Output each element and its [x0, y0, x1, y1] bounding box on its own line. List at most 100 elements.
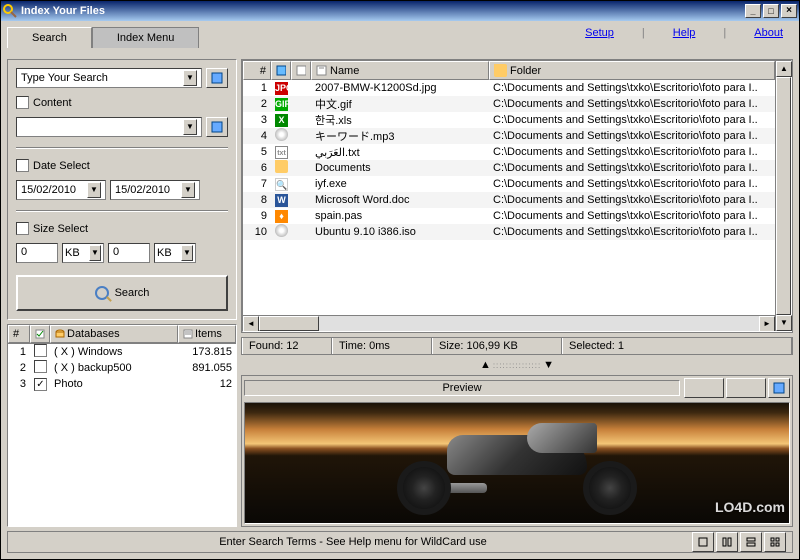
result-row[interactable]: 8WMicrosoft Word.docC:\Documents and Set…	[243, 192, 775, 208]
size-to-input[interactable]: 0	[108, 243, 150, 263]
file-type-icon: W	[275, 194, 288, 207]
res-col-name[interactable]: Name	[311, 61, 489, 80]
chevron-down-icon[interactable]: ▼	[181, 245, 193, 261]
content-checkbox[interactable]	[16, 96, 29, 109]
result-row[interactable]: 9♦spain.pasC:\Documents and Settings\txk…	[243, 208, 775, 224]
results-header: # Name	[243, 61, 775, 80]
file-type-icon: 🔍	[275, 178, 288, 191]
splitter[interactable]: ▲ ::::::::::::::: ▼	[241, 359, 793, 371]
size-checkbox[interactable]	[16, 222, 29, 235]
date-checkbox[interactable]	[16, 159, 29, 172]
link-about[interactable]: About	[754, 27, 783, 39]
view-btn-4[interactable]	[764, 532, 786, 552]
res-col-type2[interactable]	[291, 61, 311, 80]
res-col-num[interactable]: #	[243, 61, 271, 80]
status-selected: Selected: 1	[562, 338, 792, 354]
scroll-down-icon[interactable]: ▼	[776, 315, 792, 331]
preview-slider-2[interactable]	[726, 378, 766, 398]
bottom-bar: Enter Search Terms - See Help menu for W…	[7, 531, 793, 553]
result-row[interactable]: 2GIF中文.gifC:\Documents and Settings\txko…	[243, 96, 775, 112]
date-to-input[interactable]: 15/02/2010 ▼	[110, 180, 200, 200]
header-links: Setup | Help | About	[585, 27, 793, 39]
file-type-icon	[275, 160, 288, 173]
file-type-icon: GIF	[275, 98, 288, 111]
preview-mode-button[interactable]	[768, 378, 790, 398]
result-row[interactable]: 10Ubuntu 9.10 i386.isoC:\Documents and S…	[243, 224, 775, 240]
tab-index-menu[interactable]: Index Menu	[92, 27, 199, 48]
db-col-check[interactable]	[30, 325, 50, 343]
result-row[interactable]: 7🔍iyf.exeC:\Documents and Settings\txko\…	[243, 176, 775, 192]
db-row-checkbox[interactable]	[34, 360, 47, 373]
file-type-icon: ♦	[275, 210, 288, 223]
file-type-icon	[275, 224, 288, 237]
result-row[interactable]: 4キーワード.mp3C:\Documents and Settings\txko…	[243, 128, 775, 144]
db-row[interactable]: 3Photo12	[8, 376, 236, 392]
search-panel: Type Your Search ▼ Content	[7, 59, 237, 320]
scroll-left-icon[interactable]: ◄	[243, 316, 259, 331]
db-col-items[interactable]: Items	[178, 325, 236, 343]
scroll-up-icon[interactable]: ▲	[776, 61, 792, 77]
chevron-down-icon[interactable]: ▼	[87, 182, 101, 198]
file-type-icon: JPG	[275, 82, 288, 95]
status-size: Size: 106,99 KB	[432, 338, 562, 354]
content-label: Content	[33, 97, 72, 109]
status-found: Found: 12	[242, 338, 332, 354]
tab-search[interactable]: Search	[7, 27, 92, 48]
result-row[interactable]: 5txtالعَرَبي.txtC:\Documents and Setting…	[243, 144, 775, 160]
folder-icon	[494, 64, 507, 77]
status-bar: Found: 12 Time: 0ms Size: 106,99 KB Sele…	[241, 337, 793, 355]
db-col-databases[interactable]: Databases	[50, 325, 178, 343]
v-scrollbar[interactable]: ▲ ▼	[775, 61, 791, 331]
result-row[interactable]: 6DocumentsC:\Documents and Settings\txko…	[243, 160, 775, 176]
content-input[interactable]: ▼	[16, 117, 202, 137]
db-row-checkbox[interactable]	[34, 378, 47, 391]
size-from-unit[interactable]: KB ▼	[62, 243, 104, 263]
chevron-down-icon[interactable]: ▼	[183, 119, 197, 135]
h-scrollbar[interactable]: ◄ ►	[243, 315, 775, 331]
maximize-button[interactable]: □	[763, 4, 779, 18]
search-button[interactable]: Search	[16, 275, 228, 311]
titlebar: Index Your Files _ □ ×	[1, 1, 799, 21]
link-setup[interactable]: Setup	[585, 27, 614, 39]
motorcycle-image	[387, 415, 647, 515]
preview-image	[244, 402, 790, 524]
db-row-checkbox[interactable]	[34, 344, 47, 357]
window-title: Index Your Files	[21, 5, 743, 17]
search-placeholder: Type Your Search	[21, 72, 108, 84]
res-col-type1[interactable]	[271, 61, 291, 80]
db-header: # Databases Items	[8, 325, 236, 344]
app-window: Index Your Files _ □ × Search Index Menu…	[0, 0, 800, 560]
file-type-icon	[275, 128, 288, 141]
app-icon	[3, 4, 17, 18]
db-row[interactable]: 1( X ) Windows173.815	[8, 344, 236, 360]
tab-bar: Search Index Menu	[7, 27, 199, 48]
result-row[interactable]: 1JPG2007-BMW-K1200Sd.jpgC:\Documents and…	[243, 80, 775, 96]
preview-title: Preview	[244, 380, 680, 396]
close-button[interactable]: ×	[781, 4, 797, 18]
link-help[interactable]: Help	[673, 27, 696, 39]
size-to-unit[interactable]: KB ▼	[154, 243, 196, 263]
results-rows: 1JPG2007-BMW-K1200Sd.jpgC:\Documents and…	[243, 80, 775, 315]
db-row[interactable]: 2( X ) backup500891.055	[8, 360, 236, 376]
date-label: Date Select	[33, 160, 90, 172]
result-row[interactable]: 3X한국.xlsC:\Documents and Settings\txko\E…	[243, 112, 775, 128]
date-from-input[interactable]: 15/02/2010 ▼	[16, 180, 106, 200]
view-btn-3[interactable]	[740, 532, 762, 552]
preview-slider-1[interactable]	[684, 378, 724, 398]
minimize-button[interactable]: _	[745, 4, 761, 18]
db-col-num[interactable]: #	[8, 325, 30, 343]
search-options-button[interactable]	[206, 68, 228, 88]
view-btn-2[interactable]	[716, 532, 738, 552]
size-label: Size Select	[33, 223, 88, 235]
scroll-right-icon[interactable]: ►	[759, 316, 775, 331]
size-from-input[interactable]: 0	[16, 243, 58, 263]
content-options-button[interactable]	[206, 117, 228, 137]
chevron-down-icon[interactable]: ▼	[181, 182, 195, 198]
search-icon	[95, 286, 109, 300]
chevron-down-icon[interactable]: ▼	[89, 245, 101, 261]
chevron-down-icon[interactable]: ▼	[183, 70, 197, 86]
view-btn-1[interactable]	[692, 532, 714, 552]
res-col-folder[interactable]: Folder	[489, 61, 775, 80]
file-type-icon: txt	[275, 146, 288, 159]
search-input[interactable]: Type Your Search ▼	[16, 68, 202, 88]
